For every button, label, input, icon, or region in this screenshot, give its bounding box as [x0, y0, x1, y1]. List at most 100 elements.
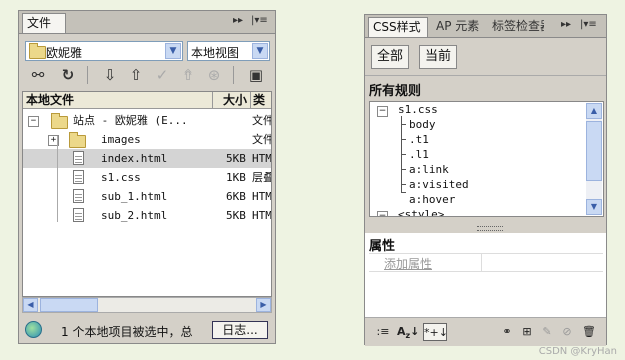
- file-type: 文件: [252, 114, 272, 127]
- resize-grip[interactable]: [477, 226, 503, 231]
- trash-icon[interactable]: 🗑: [581, 323, 597, 341]
- chevron-down-icon[interactable]: ▼: [252, 43, 268, 59]
- file-size: 1KB: [226, 171, 246, 184]
- file-type: HTM: [252, 152, 272, 165]
- column-header-type[interactable]: 类型: [251, 92, 271, 109]
- files-tabbar: 文件 ▸▸ |▾≡: [19, 11, 275, 34]
- set-properties-icon[interactable]: *+↓: [423, 323, 448, 341]
- tab-files[interactable]: 文件: [22, 13, 66, 33]
- rule-a-visited[interactable]: a:visited: [409, 177, 469, 192]
- scroll-thumb[interactable]: [586, 121, 602, 181]
- files-toolbar: ⚯ ↻ ⇩ ⇧ ✓ ⇮ ⊛ ▣: [23, 63, 271, 89]
- attach-style-icon[interactable]: ⚭: [499, 323, 515, 341]
- site-folder-icon: [51, 113, 68, 129]
- file-name: s1.css: [101, 171, 141, 184]
- tab-css-styles[interactable]: CSS样式: [368, 17, 428, 37]
- panel-menu-icon[interactable]: |▾≡: [251, 15, 268, 26]
- file-size: 5KB: [226, 209, 246, 222]
- tree-row-sub1-html[interactable]: sub_1.html 6KB HTM: [23, 187, 271, 206]
- rule-a-link[interactable]: a:link: [409, 162, 449, 177]
- view-dropdown-value: 本地视图: [191, 46, 240, 60]
- chevron-down-icon[interactable]: ▼: [165, 43, 181, 59]
- tree-row-images[interactable]: + images 文件: [23, 130, 271, 149]
- panel-expand-icon[interactable]: ▸▸: [233, 15, 243, 26]
- toolbar-divider: [87, 66, 88, 84]
- file-name: sub_1.html: [101, 190, 168, 203]
- divider: [365, 75, 606, 76]
- file-name: 站点 - 欧妮雅 (E...: [73, 114, 188, 127]
- properties-area: 属性 添加属性: [365, 233, 606, 317]
- collapse-icon[interactable]: −: [28, 116, 39, 127]
- connect-icon[interactable]: ⚯: [29, 66, 47, 84]
- tab-ap-elements[interactable]: AP 元素: [432, 17, 484, 37]
- check-in-icon[interactable]: ⇮: [179, 66, 197, 84]
- disable-icon[interactable]: ⊘: [559, 323, 575, 341]
- get-files-icon[interactable]: ⇩: [101, 66, 119, 84]
- category-view-icon[interactable]: :≡: [373, 323, 393, 341]
- expand-panel-icon[interactable]: ▣: [247, 66, 265, 84]
- all-rules-title: 所有规则: [369, 84, 422, 99]
- rule-t1[interactable]: .t1: [409, 132, 429, 147]
- rule-a-hover[interactable]: a:hover: [409, 192, 455, 207]
- tree-row-s1-css[interactable]: s1.css 1KB 层叠: [23, 168, 271, 187]
- log-button[interactable]: 日志...: [212, 321, 268, 339]
- file-name: sub_2.html: [101, 209, 168, 222]
- put-files-icon[interactable]: ⇧: [127, 66, 145, 84]
- tree-connector: [401, 169, 406, 170]
- column-header-name[interactable]: 本地文件: [23, 92, 213, 109]
- file-size: 6KB: [226, 190, 246, 203]
- tree-connector: [401, 154, 406, 155]
- column-header-size[interactable]: 大小: [213, 92, 251, 109]
- site-dropdown[interactable]: 欧妮雅 ▼: [25, 41, 183, 61]
- scroll-thumb[interactable]: [40, 298, 98, 312]
- tab-tag-inspector[interactable]: 标签检查器: [488, 17, 544, 37]
- file-type: HTM: [252, 190, 272, 203]
- rule-l1[interactable]: .l1: [409, 147, 429, 162]
- scroll-right-icon[interactable]: ▶: [256, 298, 271, 312]
- panel-expand-icon[interactable]: ▸▸: [561, 19, 571, 30]
- site-dropdown-value: 欧妮雅: [46, 46, 83, 60]
- status-text: 1 个本地项目被选中，总: [61, 325, 193, 339]
- tree-connector: [401, 184, 406, 185]
- collapse-icon[interactable]: −: [377, 211, 388, 216]
- check-out-icon[interactable]: ✓: [153, 66, 171, 84]
- files-statusbar: 1 个本地项目被选中，总 日志...: [19, 317, 275, 343]
- css-tabbar: CSS样式 AP 元素 标签检查器 ▸▸ |▾≡: [365, 15, 606, 38]
- az-sort-icon[interactable]: Az↓: [397, 323, 419, 341]
- html-file-icon: [73, 208, 84, 222]
- all-mode-button[interactable]: 全部: [371, 45, 410, 69]
- rule-style-block[interactable]: <style>: [398, 207, 444, 216]
- tree-row-site[interactable]: − 站点 - 欧妮雅 (E... 文件: [23, 111, 271, 130]
- scroll-left-icon[interactable]: ◀: [23, 298, 38, 312]
- css-bottom-toolbar: :≡ Az↓ *+↓ ⚭ ⊞ ✎ ⊘ 🗑: [365, 317, 606, 346]
- rule-body[interactable]: body: [409, 117, 436, 132]
- current-mode-button[interactable]: 当前: [419, 45, 458, 69]
- watermark: CSDN @KryHan: [538, 346, 617, 357]
- view-dropdown[interactable]: 本地视图 ▼: [187, 41, 270, 61]
- properties-title: 属性: [369, 239, 396, 254]
- scroll-up-icon[interactable]: ▲: [586, 103, 602, 119]
- add-property-link[interactable]: 添加属性: [384, 255, 432, 272]
- refresh-icon[interactable]: ↻: [59, 66, 77, 84]
- tree-row-index-html[interactable]: index.html 5KB HTM: [23, 149, 271, 168]
- panel-menu-icon[interactable]: |▾≡: [580, 19, 597, 30]
- scroll-down-icon[interactable]: ▼: [586, 199, 602, 215]
- tree-connector: [401, 139, 406, 140]
- tree-connector: [401, 192, 406, 193]
- tree-row-sub2-html[interactable]: sub_2.html 5KB HTM: [23, 206, 271, 225]
- tree-connector: [57, 136, 58, 222]
- edit-icon[interactable]: ✎: [539, 323, 555, 341]
- file-type: HTM: [252, 209, 272, 222]
- new-rule-icon[interactable]: ⊞: [519, 323, 535, 341]
- synchronize-icon[interactable]: ⊛: [205, 66, 223, 84]
- css-styles-panel: CSS样式 AP 元素 标签检查器 ▸▸ |▾≡ 全部 当前 所有规则 − s1…: [364, 14, 607, 346]
- file-type: 文件: [252, 133, 272, 146]
- globe-icon[interactable]: [25, 321, 42, 338]
- vertical-scrollbar[interactable]: ▲ ▼: [586, 103, 602, 215]
- collapse-icon[interactable]: −: [377, 106, 388, 117]
- horizontal-scrollbar[interactable]: ◀ ▶: [22, 297, 272, 313]
- rule-s1-css[interactable]: s1.css: [398, 102, 438, 117]
- file-name: images: [101, 133, 141, 146]
- rules-tree: − s1.css body .t1 .l1 a:link a:visited a…: [369, 101, 604, 217]
- html-file-icon: [73, 151, 84, 165]
